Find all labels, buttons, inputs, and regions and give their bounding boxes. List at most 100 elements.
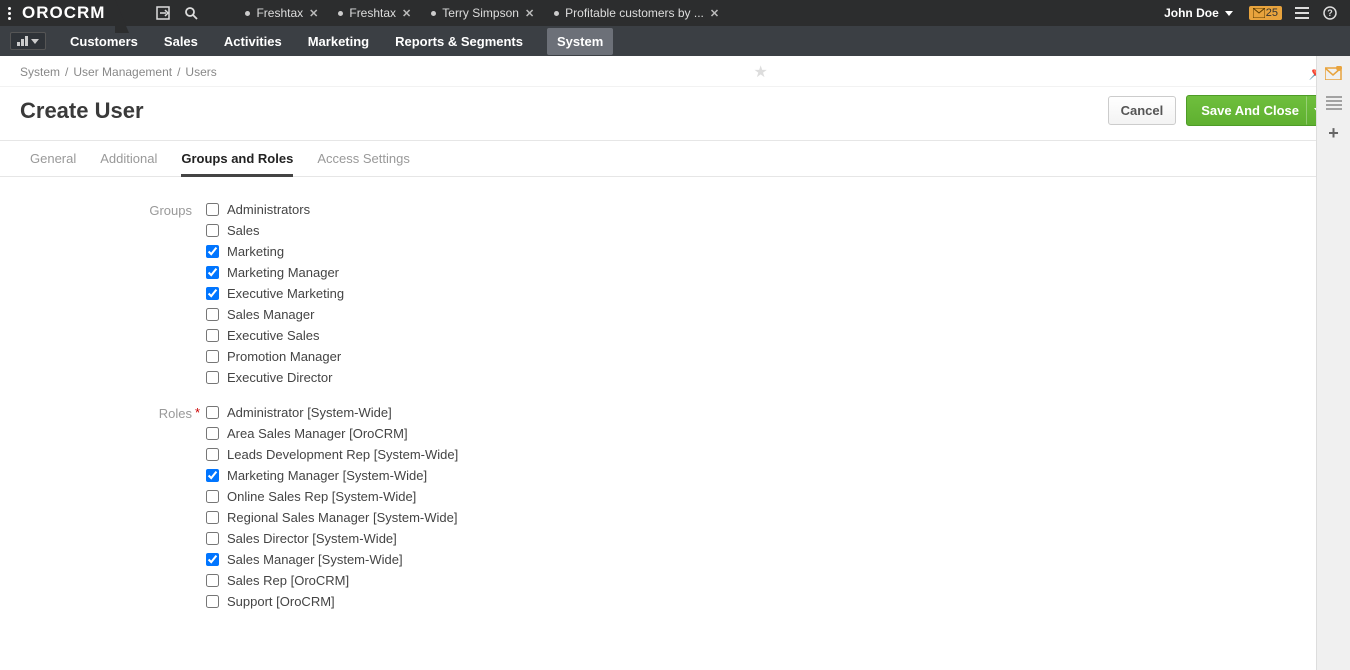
role-checkbox[interactable] [206,511,219,524]
pinned-tab[interactable]: Freshtax✕ [239,6,324,20]
group-checkbox[interactable] [206,245,219,258]
group-item[interactable]: Marketing Manager [206,265,344,280]
role-label: Sales Manager [System-Wide] [227,552,403,567]
group-item[interactable]: Marketing [206,244,344,259]
nav-reports-segments[interactable]: Reports & Segments [393,28,525,55]
group-item[interactable]: Administrators [206,202,344,217]
notif-count: 25 [1266,7,1278,19]
user-name: John Doe [1164,6,1219,20]
cancel-button[interactable]: Cancel [1108,96,1177,125]
role-label: Area Sales Manager [OroCRM] [227,426,408,441]
close-icon[interactable]: ✕ [525,7,534,20]
roles-list: Administrator [System-Wide] Area Sales Ma… [206,405,458,609]
user-menu[interactable]: John Doe [1154,6,1243,20]
pinned-tab-label: Profitable customers by ... [565,6,704,20]
role-item[interactable]: Administrator [System-Wide] [206,405,458,420]
bullet-icon [431,11,436,16]
groups-list: Administrators Sales Marketing Marketing Ma… [206,202,344,385]
group-item[interactable]: Sales [206,223,344,238]
group-label: Sales Manager [227,307,314,322]
group-checkbox[interactable] [206,371,219,384]
pinned-tab[interactable]: Profitable customers by ... ✕ [548,6,725,20]
form-content: Groups AdministratorsSalesMarketingMarke… [0,172,1315,670]
shortcut-icon[interactable] [149,0,177,26]
group-checkbox[interactable] [206,224,219,237]
role-checkbox[interactable] [206,595,219,608]
group-checkbox[interactable] [206,350,219,363]
role-checkbox[interactable] [206,574,219,587]
sidebar-list-icon[interactable] [1323,92,1345,114]
close-icon[interactable]: ✕ [402,7,411,20]
group-item[interactable]: Executive Director [206,370,344,385]
logo[interactable]: OROCRM [18,3,119,23]
role-checkbox[interactable] [206,469,219,482]
group-checkbox[interactable] [206,287,219,300]
group-item[interactable]: Executive Marketing [206,286,344,301]
chevron-down-icon [1225,11,1233,16]
close-icon[interactable]: ✕ [309,7,318,20]
role-checkbox[interactable] [206,427,219,440]
role-label: Sales Director [System-Wide] [227,531,397,546]
group-label: Executive Sales [227,328,320,343]
dashboard-pin-icon[interactable] [10,32,46,50]
bullet-icon [245,11,250,16]
role-checkbox[interactable] [206,448,219,461]
nav-sales[interactable]: Sales [162,28,200,55]
pinned-tab-label: Terry Simpson [442,6,519,20]
mail-icon [1253,8,1265,18]
right-sidebar: + [1316,56,1350,670]
group-item[interactable]: Executive Sales [206,328,344,343]
group-label: Executive Director [227,370,332,385]
group-checkbox[interactable] [206,203,219,216]
group-item[interactable]: Sales Manager [206,307,344,322]
role-item[interactable]: Sales Rep [OroCRM] [206,573,458,588]
close-icon[interactable]: ✕ [710,7,719,20]
roles-label: Roles* [140,405,192,609]
role-checkbox[interactable] [206,553,219,566]
role-item[interactable]: Sales Director [System-Wide] [206,531,458,546]
role-checkbox[interactable] [206,490,219,503]
search-icon[interactable] [177,0,205,26]
pinned-tab[interactable]: Freshtax ✕ [332,6,417,20]
role-item[interactable]: Support [OroCRM] [206,594,458,609]
sidebar-mail-icon[interactable] [1323,62,1345,84]
breadcrumb-item[interactable]: User Management [73,65,172,79]
role-checkbox[interactable] [206,532,219,545]
role-label: Sales Rep [OroCRM] [227,573,349,588]
role-item[interactable]: Leads Development Rep [System-Wide] [206,447,458,462]
group-checkbox[interactable] [206,266,219,279]
notifications-badge[interactable]: 25 [1249,6,1282,20]
nav-activities[interactable]: Activities [222,28,284,55]
save-and-close-button[interactable]: Save And Close [1186,95,1314,126]
role-label: Marketing Manager [System-Wide] [227,468,427,483]
page-title-bar: Create User Cancel Save And Close [0,87,1350,141]
role-item[interactable]: Online Sales Rep [System-Wide] [206,489,458,504]
main-nav: CustomersSalesActivitiesMarketingReports… [0,26,1350,56]
chevron-down-icon [31,39,39,44]
role-item[interactable]: Regional Sales Manager [System-Wide] [206,510,458,525]
role-checkbox[interactable] [206,406,219,419]
group-item[interactable]: Promotion Manager [206,349,344,364]
pinned-tabs: Freshtax✕Freshtax✕Terry Simpson✕Profitab… [239,6,725,20]
role-item[interactable]: Sales Manager [System-Wide] [206,552,458,567]
app-menu-icon[interactable] [0,7,18,20]
group-label: Administrators [227,202,310,217]
breadcrumb-item[interactable]: System [20,65,60,79]
group-checkbox[interactable] [206,329,219,342]
role-item[interactable]: Marketing Manager [System-Wide] [206,468,458,483]
sidebar-add-icon[interactable]: + [1323,122,1345,144]
hamburger-icon[interactable] [1288,0,1316,26]
role-label: Administrator [System-Wide] [227,405,392,420]
favorite-star-icon[interactable]: ★ [749,62,771,82]
role-item[interactable]: Area Sales Manager [OroCRM] [206,426,458,441]
help-icon[interactable]: ? [1316,0,1344,26]
nav-system[interactable]: System [547,28,613,55]
topbar: OROCRM Freshtax✕Freshtax✕Terry Simpson✕P… [0,0,1350,26]
group-checkbox[interactable] [206,308,219,321]
page-title: Create User [20,98,144,124]
pinned-tab-label: Freshtax [349,6,396,20]
group-label: Marketing Manager [227,265,339,280]
pinned-tab[interactable]: Terry Simpson ✕ [425,6,540,20]
role-label: Support [OroCRM] [227,594,335,609]
nav-marketing[interactable]: Marketing [306,28,371,55]
